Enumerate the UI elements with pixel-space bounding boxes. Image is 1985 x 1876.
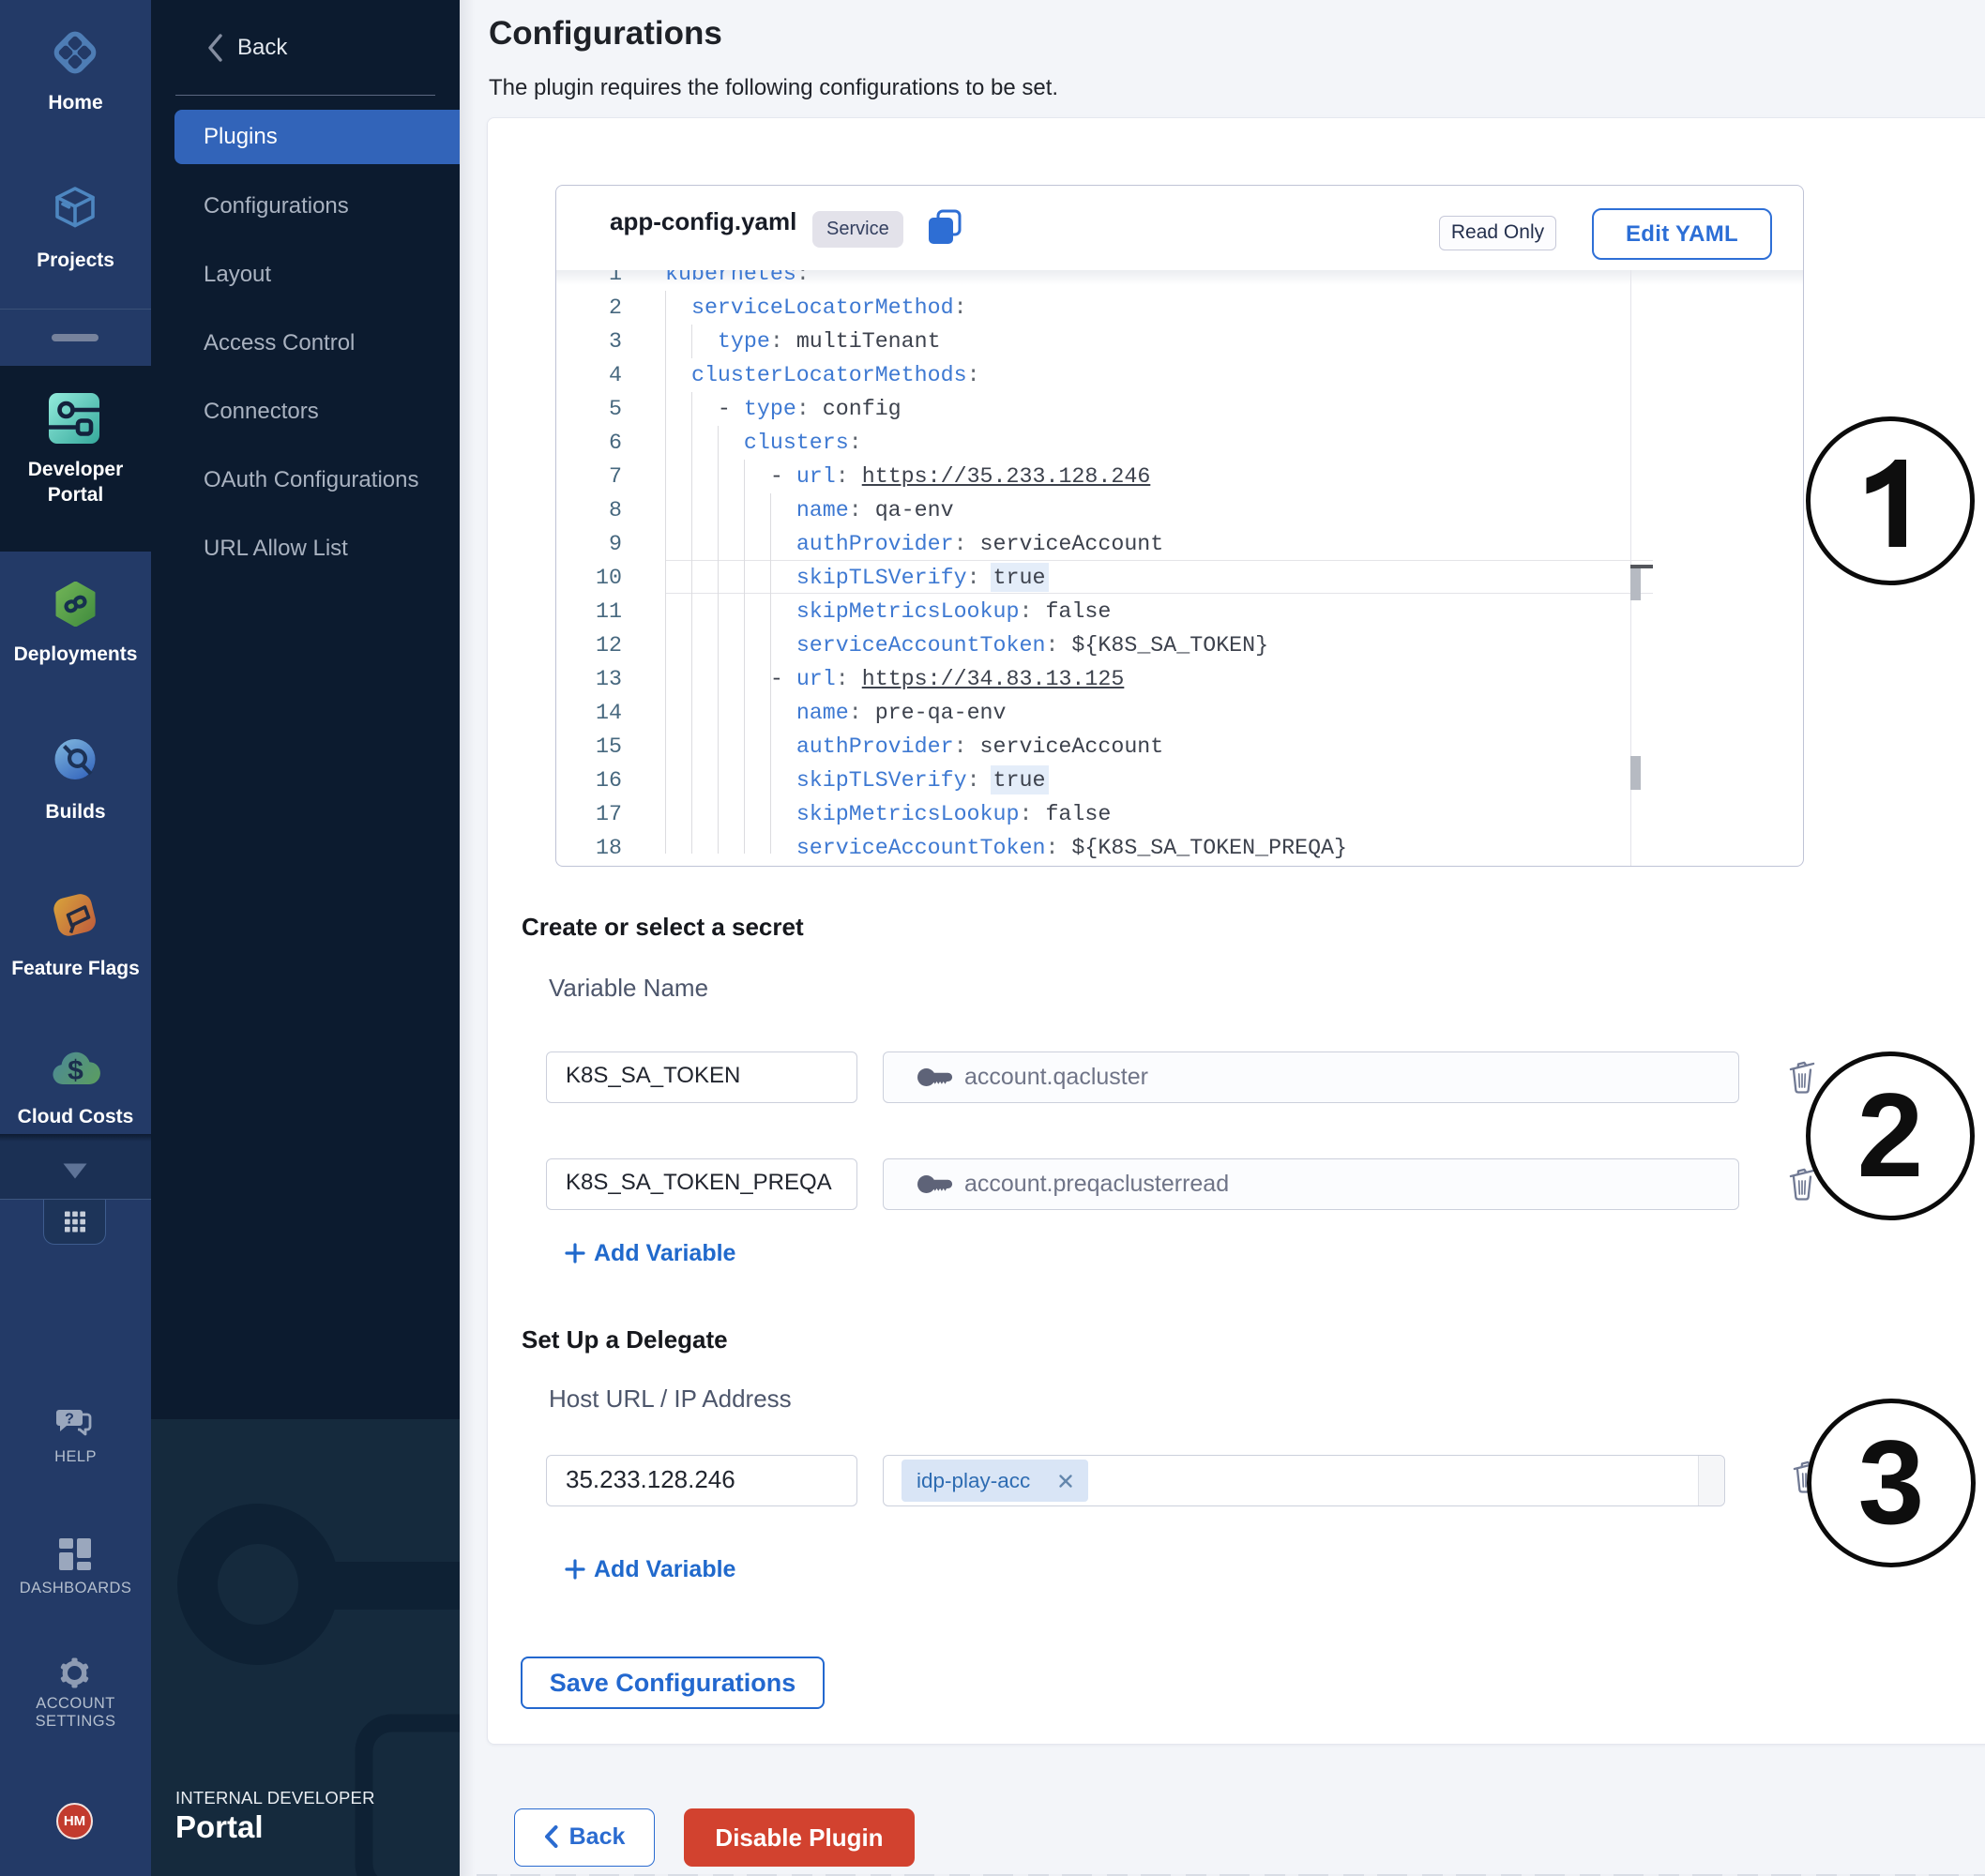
svg-text:?: ? <box>65 1412 74 1428</box>
svg-text:$: $ <box>68 1055 83 1086</box>
